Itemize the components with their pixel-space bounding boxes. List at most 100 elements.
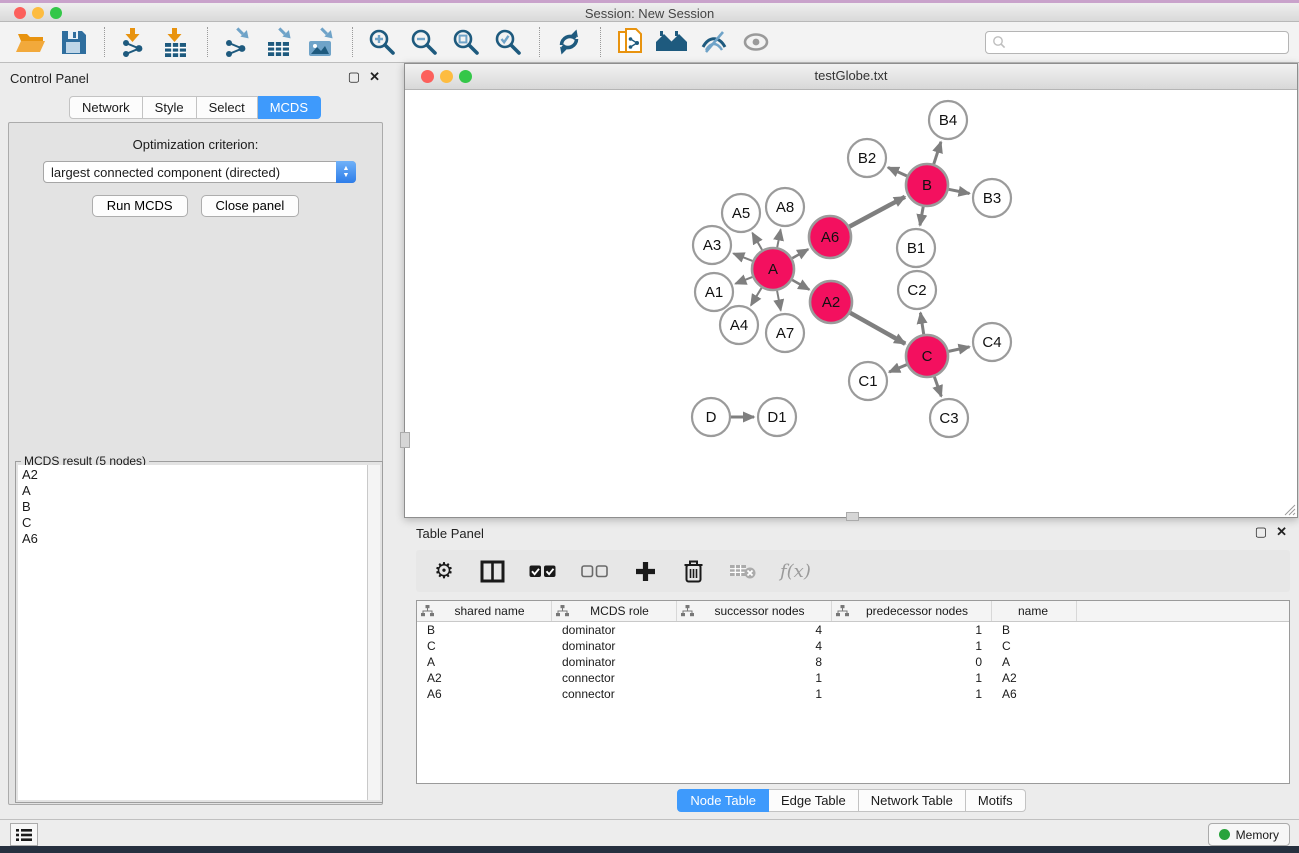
graph-node-C1[interactable]: C1 (849, 362, 887, 400)
table-close-icon[interactable]: ✕ (1276, 525, 1287, 539)
export-image-button[interactable] (304, 25, 338, 59)
column-header-MCDS-role[interactable]: MCDS role (552, 601, 677, 621)
graph-node-A7[interactable]: A7 (766, 314, 804, 352)
graph-edge-C-C3[interactable] (934, 377, 941, 397)
graph-node-A4[interactable]: A4 (720, 306, 758, 344)
graph-node-B4[interactable]: B4 (929, 101, 967, 139)
tab-select[interactable]: Select (197, 96, 258, 119)
mcds-result-item[interactable]: A6 (22, 531, 367, 547)
mcds-result-item[interactable]: B (22, 499, 367, 515)
graph-node-B[interactable]: B (906, 164, 948, 206)
graph-edge-C-C4[interactable] (949, 347, 970, 352)
show-all-button[interactable] (739, 25, 773, 59)
task-history-button[interactable] (10, 823, 38, 846)
delete-column-button[interactable] (681, 557, 705, 585)
main-titlebar[interactable]: Session: New Session (0, 3, 1299, 22)
graph-node-A3[interactable]: A3 (693, 226, 731, 264)
graph-node-A5[interactable]: A5 (722, 194, 760, 232)
graph-edge-A-A2[interactable] (792, 280, 809, 290)
table-float-icon[interactable]: ▢ (1255, 525, 1267, 539)
refresh-button[interactable] (552, 25, 586, 59)
table-row[interactable]: Adominator80A (417, 654, 1289, 670)
column-header-predecessor-nodes[interactable]: predecessor nodes (832, 601, 992, 621)
graph-edge-A-A3[interactable] (733, 253, 752, 261)
graph-node-C3[interactable]: C3 (930, 399, 968, 437)
graph-node-A[interactable]: A (752, 248, 794, 290)
zoom-fit-button[interactable] (449, 25, 483, 59)
column-header-shared-name[interactable]: shared name (417, 601, 552, 621)
table-row[interactable]: Cdominator41C (417, 638, 1289, 654)
table-tab-network-table[interactable]: Network Table (859, 789, 966, 812)
import-network-button[interactable] (117, 25, 151, 59)
graph-edge-A-A8[interactable] (777, 230, 780, 248)
column-header-successor-nodes[interactable]: successor nodes (677, 601, 832, 621)
zoom-selected-button[interactable] (491, 25, 525, 59)
select-all-button[interactable] (529, 557, 557, 585)
graph-node-C[interactable]: C (906, 335, 948, 377)
float-icon[interactable]: ▢ (348, 70, 360, 84)
tab-mcds[interactable]: MCDS (258, 96, 321, 119)
zoom-in-button[interactable] (365, 25, 399, 59)
node-table[interactable]: shared nameMCDS rolesuccessor nodesprede… (416, 600, 1290, 784)
tab-network[interactable]: Network (69, 96, 143, 119)
table-tab-motifs[interactable]: Motifs (966, 789, 1026, 812)
deselect-all-button[interactable] (581, 557, 609, 585)
network-vertical-scroll-thumb[interactable] (400, 432, 410, 448)
graph-node-C4[interactable]: C4 (973, 323, 1011, 361)
table-row[interactable]: Bdominator41B (417, 622, 1289, 638)
result-scrollbar[interactable] (368, 465, 380, 800)
export-network-button[interactable] (220, 25, 254, 59)
tab-style[interactable]: Style (143, 96, 197, 119)
graph-edge-A2-C[interactable] (850, 313, 905, 344)
graph-node-D[interactable]: D (692, 398, 730, 436)
zoom-out-button[interactable] (407, 25, 441, 59)
graph-node-A1[interactable]: A1 (695, 273, 733, 311)
graph-edge-A-A6[interactable] (792, 249, 808, 258)
run-mcds-button[interactable]: Run MCDS (92, 195, 188, 217)
table-tab-node-table[interactable]: Node Table (677, 789, 769, 812)
graph-node-C2[interactable]: C2 (898, 271, 936, 309)
graph-edge-B-B1[interactable] (920, 207, 923, 226)
import-table-button[interactable] (159, 25, 193, 59)
graph-edge-A6-B[interactable] (849, 197, 905, 227)
network-canvas[interactable]: B4B2BB3A5A8A6A3B1AA1C2A2A4A7C4CC1C3DD1 (405, 90, 1297, 517)
memory-button[interactable]: Memory (1208, 823, 1290, 846)
graph-edge-A-A5[interactable] (752, 233, 762, 250)
export-table-button[interactable] (262, 25, 296, 59)
graph-node-B3[interactable]: B3 (973, 179, 1011, 217)
criterion-dropdown[interactable]: largest connected component (directed) ▲… (43, 161, 356, 183)
mcds-result-item[interactable]: C (22, 515, 367, 531)
graph-edge-B-B2[interactable] (888, 167, 907, 176)
add-column-button[interactable] (633, 557, 657, 585)
home-view-button[interactable] (655, 25, 689, 59)
table-tab-edge-table[interactable]: Edge Table (769, 789, 859, 812)
graph-node-A6[interactable]: A6 (809, 216, 851, 258)
open-session-button[interactable] (14, 25, 48, 59)
duplicate-network-button[interactable] (613, 25, 647, 59)
hide-selected-button[interactable] (697, 25, 731, 59)
table-settings-button[interactable]: ⚙ (432, 557, 456, 585)
network-graph[interactable]: B4B2BB3A5A8A6A3B1AA1C2A2A4A7C4CC1C3DD1 (405, 90, 1297, 517)
search-input[interactable] (985, 31, 1289, 54)
graph-edge-B-B4[interactable] (934, 142, 941, 164)
resize-grip-icon[interactable] (1282, 502, 1296, 516)
mcds-result-item[interactable]: A2 (22, 467, 367, 483)
table-row[interactable]: A2connector11A2 (417, 670, 1289, 686)
graph-edge-C-C1[interactable] (889, 365, 907, 372)
graph-node-D1[interactable]: D1 (758, 398, 796, 436)
graph-edge-C-C2[interactable] (920, 313, 923, 335)
column-header-name[interactable]: name (992, 601, 1077, 621)
table-row[interactable]: A6connector11A6 (417, 686, 1289, 702)
graph-edge-A-A1[interactable] (735, 277, 752, 284)
close-panel-button[interactable]: Close panel (201, 195, 300, 217)
graph-node-B2[interactable]: B2 (848, 139, 886, 177)
network-window-titlebar[interactable]: testGlobe.txt (405, 64, 1297, 90)
save-session-button[interactable] (56, 25, 90, 59)
close-icon[interactable]: ✕ (369, 70, 380, 84)
graph-node-A2[interactable]: A2 (810, 281, 852, 323)
graph-node-B1[interactable]: B1 (897, 229, 935, 267)
graph-edge-B-B3[interactable] (949, 189, 970, 193)
graph-edge-A-A7[interactable] (777, 291, 781, 311)
mcds-result-item[interactable]: A (22, 483, 367, 499)
graph-edge-A-A4[interactable] (751, 288, 762, 306)
